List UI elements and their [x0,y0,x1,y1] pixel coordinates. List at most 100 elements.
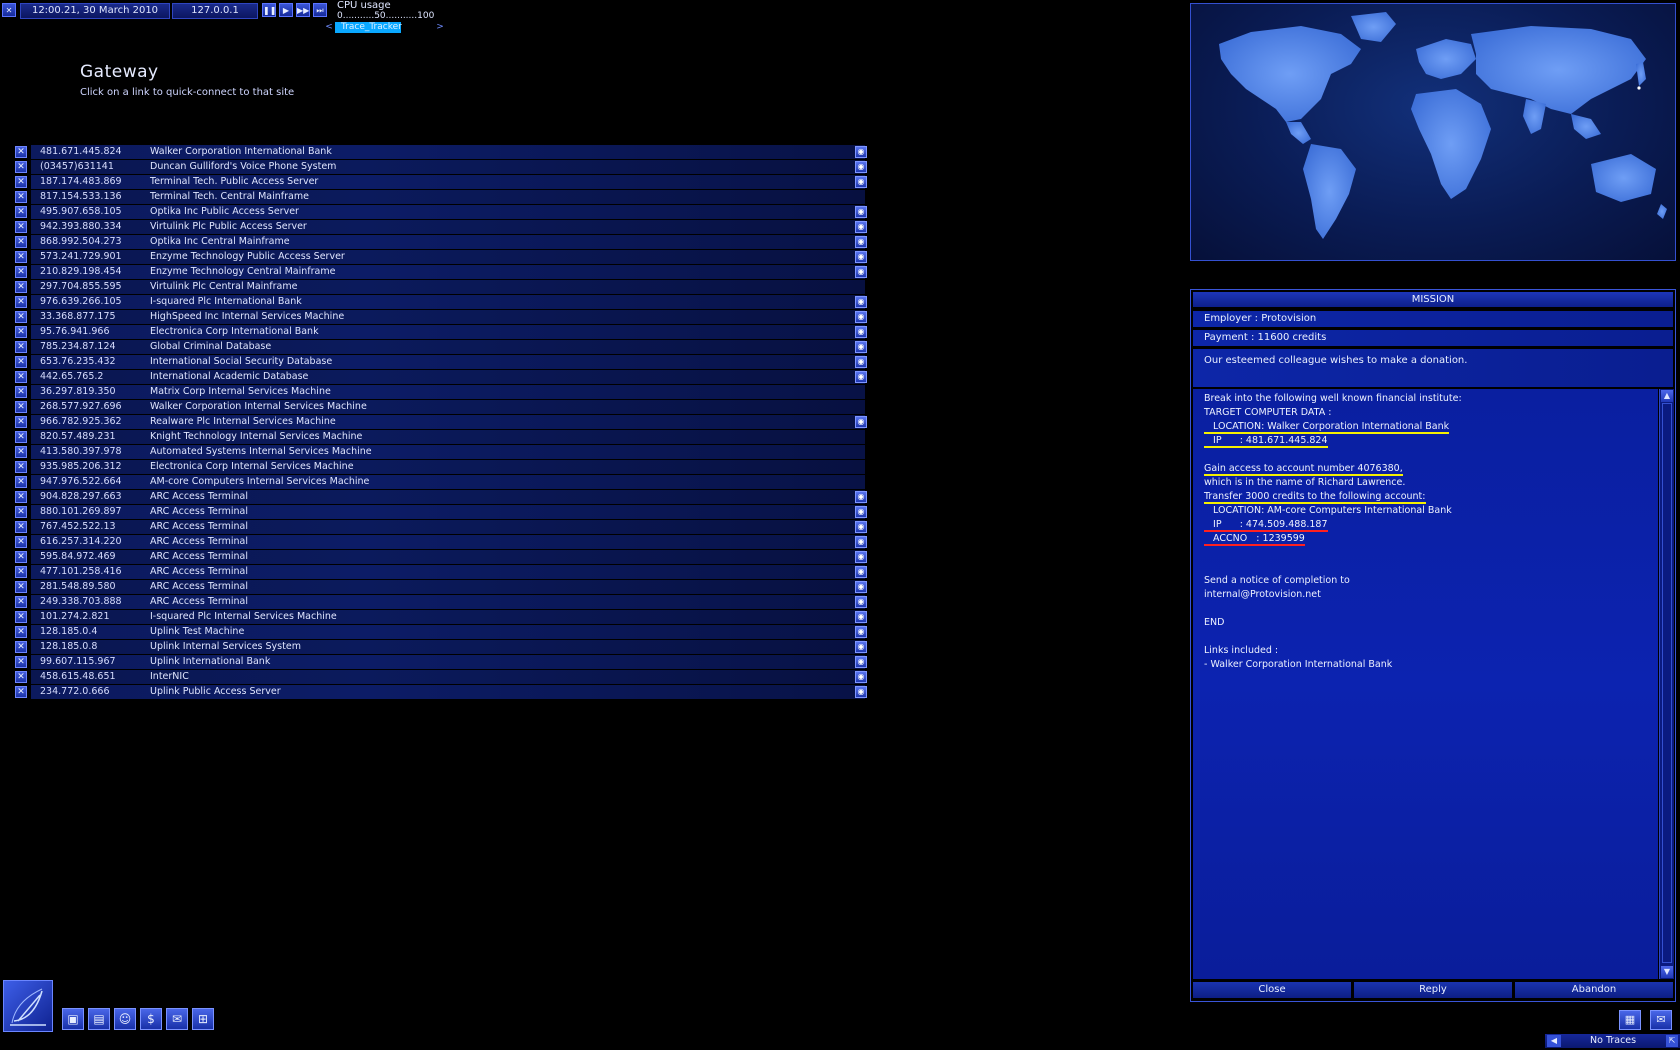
abandon-button[interactable]: Abandon [1515,982,1673,998]
delete-link-icon[interactable]: ✕ [15,581,27,593]
gateway-link-row[interactable]: ✕ 36.297.819.350 Matrix Corp Internal Serv… [15,385,869,400]
scroll-down-icon[interactable]: ▼ [1661,966,1673,978]
delete-link-icon[interactable]: ✕ [15,326,27,338]
gateway-link-row[interactable]: ✕ 128.185.0.8 Uplink Internal Services Sys… [15,640,869,655]
email-icon[interactable]: ✉ [166,1008,188,1030]
delete-link-icon[interactable]: ✕ [15,176,27,188]
link-info-icon[interactable]: ◉ [855,641,867,653]
link-info-icon[interactable]: ◉ [855,656,867,668]
delete-link-icon[interactable]: ✕ [15,671,27,683]
scroll-up-icon[interactable]: ▲ [1661,390,1673,402]
close-session-icon[interactable]: ✕ [2,3,16,17]
link-info-icon[interactable]: ◉ [855,161,867,173]
delete-link-icon[interactable]: ✕ [15,641,27,653]
fast-forward-icon[interactable]: ▶▶ [296,3,310,17]
link-info-icon[interactable]: ◉ [855,311,867,323]
gateway-link-row[interactable]: ✕ 976.639.266.105 I-squared Plc Internatio… [15,295,869,310]
delete-link-icon[interactable]: ✕ [15,266,27,278]
gateway-link-row[interactable]: ✕ 653.76.235.432 International Social Secu… [15,355,869,370]
delete-link-icon[interactable]: ✕ [15,206,27,218]
gateway-link-row[interactable]: ✕ 477.101.258.416 ARC Access Terminal ◉ [15,565,869,580]
gateway-link-row[interactable]: ✕ 767.452.522.13 ARC Access Terminal ◉ [15,520,869,535]
link-info-icon[interactable]: ◉ [855,371,867,383]
gateway-link-row[interactable]: ✕ 942.393.880.334 Virtulink Plc Public Acc… [15,220,869,235]
link-info-icon[interactable]: ◉ [855,176,867,188]
person-icon[interactable]: ☺ [114,1008,136,1030]
delete-link-icon[interactable]: ✕ [15,656,27,668]
delete-link-icon[interactable]: ✕ [15,521,27,533]
gateway-link-row[interactable]: ✕ 616.257.314.220 ARC Access Terminal ◉ [15,535,869,550]
link-info-icon[interactable]: ◉ [855,296,867,308]
trace-tracker-program[interactable]: Trace_Tracker [335,22,421,33]
gateway-link-row[interactable]: ✕ 495.907.658.105 Optika Inc Public Access… [15,205,869,220]
delete-link-icon[interactable]: ✕ [15,626,27,638]
gateway-link-row[interactable]: ✕ 458.615.48.651 InterNIC ◉ [15,670,869,685]
delete-link-icon[interactable]: ✕ [15,296,27,308]
delete-link-icon[interactable]: ✕ [15,551,27,563]
delete-link-icon[interactable]: ✕ [15,461,27,473]
delete-link-icon[interactable]: ✕ [15,146,27,158]
computer-icon[interactable]: ▣ [62,1008,84,1030]
play-icon[interactable]: ▶ [279,3,293,17]
gateway-link-row[interactable]: ✕ 880.101.269.897 ARC Access Terminal ◉ [15,505,869,520]
gateway-link-row[interactable]: ✕ 820.57.489.231 Knight Technology Interna… [15,430,869,445]
network-icon[interactable]: ⊞ [192,1008,214,1030]
delete-link-icon[interactable]: ✕ [15,401,27,413]
link-info-icon[interactable]: ◉ [855,356,867,368]
delete-link-icon[interactable]: ✕ [15,371,27,383]
link-info-icon[interactable]: ◉ [855,236,867,248]
link-info-icon[interactable]: ◉ [855,551,867,563]
gateway-link-row[interactable]: ✕ 249.338.703.888 ARC Access Terminal ◉ [15,595,869,610]
link-info-icon[interactable]: ◉ [855,146,867,158]
link-info-icon[interactable]: ◉ [855,341,867,353]
link-info-icon[interactable]: ◉ [855,491,867,503]
chevron-left-icon[interactable]: < [323,22,335,33]
gateway-link-row[interactable]: ✕ 187.174.483.869 Terminal Tech. Public Ac… [15,175,869,190]
delete-link-icon[interactable]: ✕ [15,161,27,173]
skip-forward-icon[interactable]: ⏭ [313,3,327,17]
link-info-icon[interactable]: ◉ [855,251,867,263]
close-button[interactable]: Close [1193,982,1351,998]
mail-icon[interactable]: ✉ [1650,1010,1672,1030]
speaker-icon[interactable]: ◀ [1547,1035,1561,1047]
link-info-icon[interactable]: ◉ [855,611,867,623]
link-info-icon[interactable]: ◉ [855,521,867,533]
link-info-icon[interactable]: ◉ [855,581,867,593]
delete-link-icon[interactable]: ✕ [15,191,27,203]
delete-link-icon[interactable]: ✕ [15,686,27,698]
delete-link-icon[interactable]: ✕ [15,611,27,623]
gateway-link-row[interactable]: ✕ 947.976.522.664 AM-core Computers Intern… [15,475,869,490]
link-info-icon[interactable]: ◉ [855,506,867,518]
delete-link-icon[interactable]: ✕ [15,416,27,428]
gateway-link-row[interactable]: ✕ 595.84.972.469 ARC Access Terminal ◉ [15,550,869,565]
gateway-link-row[interactable]: ✕ 101.274.2.821 I-squared Plc Internal Ser… [15,610,869,625]
link-info-icon[interactable]: ◉ [855,596,867,608]
reply-button[interactable]: Reply [1354,982,1512,998]
world-map[interactable] [1190,3,1676,261]
chevron-right-icon[interactable]: > [434,22,446,33]
delete-link-icon[interactable]: ✕ [15,506,27,518]
gateway-link-row[interactable]: ✕ 128.185.0.4 Uplink Test Machine ◉ [15,625,869,640]
delete-link-icon[interactable]: ✕ [15,476,27,488]
delete-link-icon[interactable]: ✕ [15,341,27,353]
gateway-link-row[interactable]: ✕ 413.580.397.978 Automated Systems Intern… [15,445,869,460]
delete-link-icon[interactable]: ✕ [15,251,27,263]
uplink-logo-button[interactable] [3,980,53,1032]
gateway-link-row[interactable]: ✕ 281.548.89.580 ARC Access Terminal ◉ [15,580,869,595]
finance-icon[interactable]: $ [140,1008,162,1030]
link-info-icon[interactable]: ◉ [855,536,867,548]
gateway-link-row[interactable]: ✕ 935.985.206.312 Electronica Corp Interna… [15,460,869,475]
scroll-track[interactable] [1662,403,1672,963]
delete-link-icon[interactable]: ✕ [15,491,27,503]
gateway-link-row[interactable]: ✕ 481.671.445.824 Walker Corporation Inter… [15,145,869,160]
link-info-icon[interactable]: ◉ [855,416,867,428]
link-info-icon[interactable]: ◉ [855,326,867,338]
gateway-link-row[interactable]: ✕ 95.76.941.966 Electronica Corp Internati… [15,325,869,340]
delete-link-icon[interactable]: ✕ [15,221,27,233]
delete-link-icon[interactable]: ✕ [15,446,27,458]
delete-link-icon[interactable]: ✕ [15,311,27,323]
link-info-icon[interactable]: ◉ [855,206,867,218]
gateway-link-row[interactable]: ✕ 904.828.297.663 ARC Access Terminal ◉ [15,490,869,505]
link-info-icon[interactable]: ◉ [855,671,867,683]
gateway-link-row[interactable]: ✕ 966.782.925.362 Realware Plc Internal Se… [15,415,869,430]
